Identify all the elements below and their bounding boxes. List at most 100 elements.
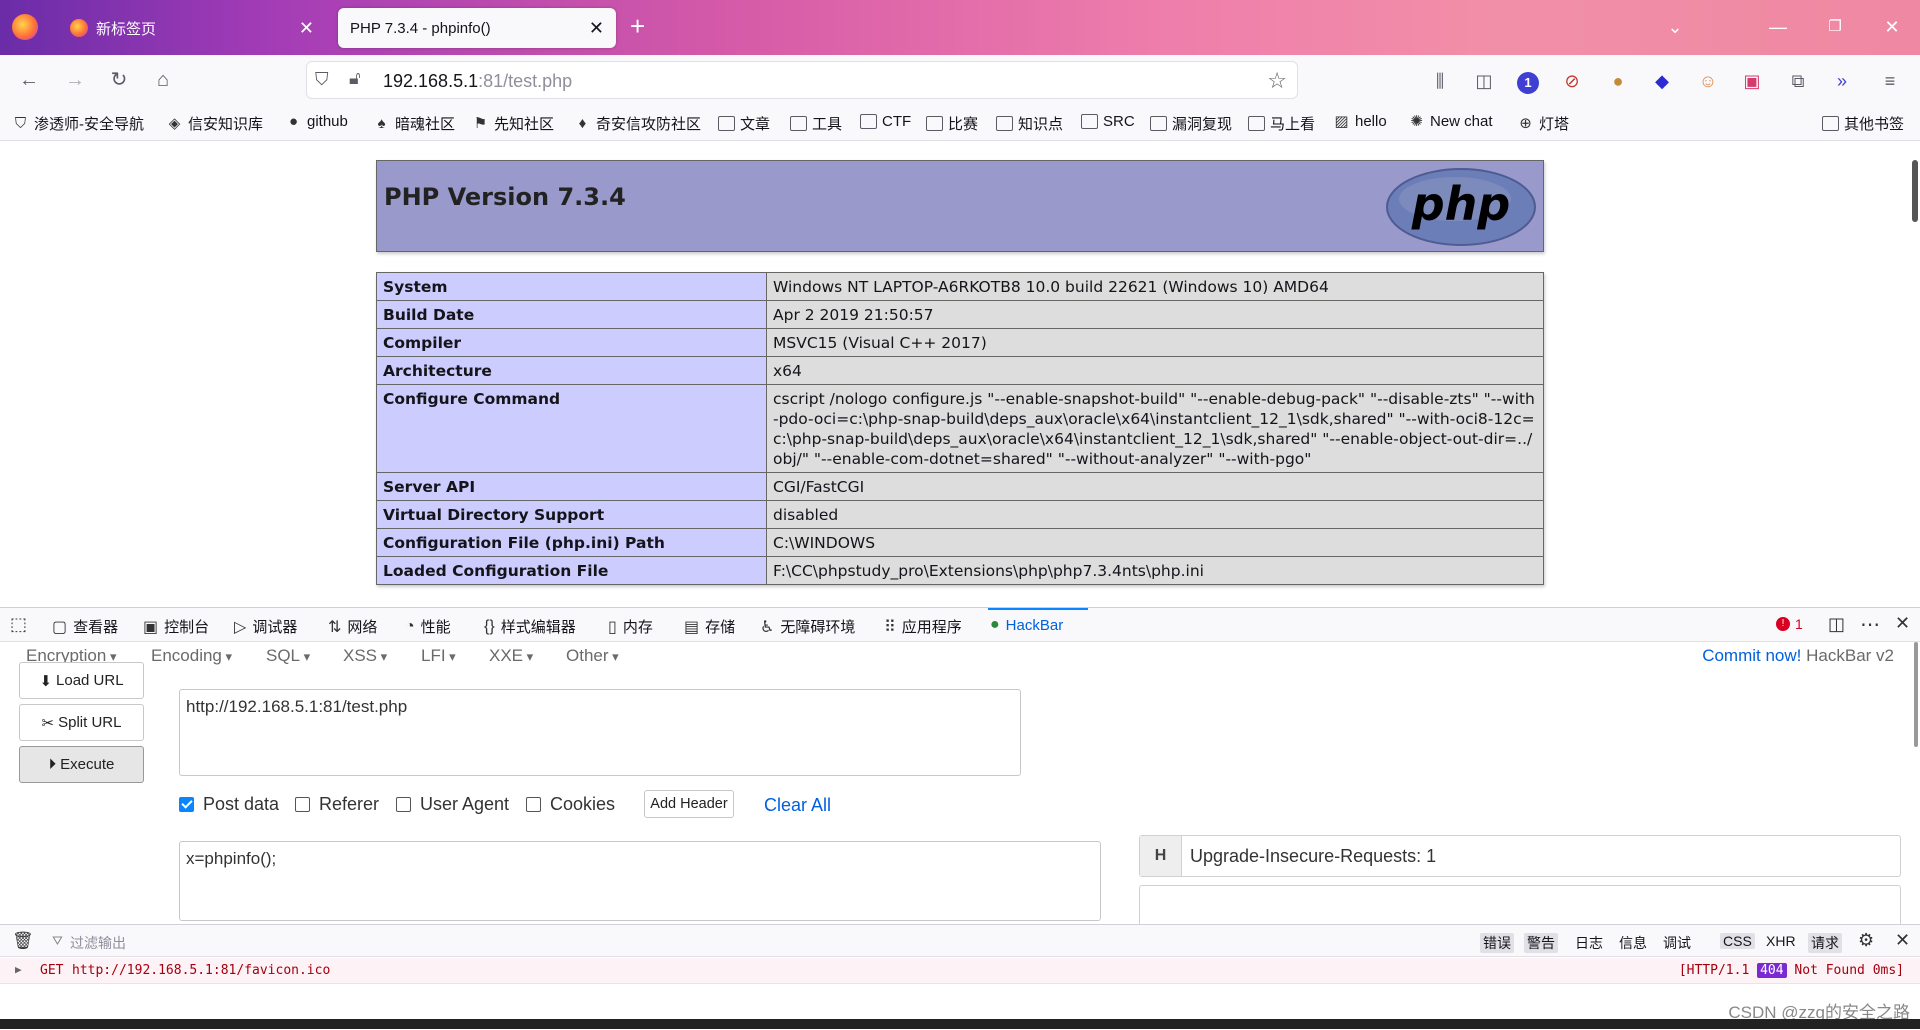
app-menu-icon[interactable]: ≡ xyxy=(1878,69,1902,93)
url-textarea[interactable]: http://192.168.5.1:81/test.php xyxy=(179,689,1021,776)
url-text[interactable]: 192.168.5.1:81/test.php xyxy=(383,71,572,92)
devtools-tab-hackbar[interactable]: ● HackBar xyxy=(990,616,1063,634)
extension-badge-icon[interactable]: 1 xyxy=(1516,69,1540,94)
window-close-icon[interactable]: ✕ xyxy=(1877,12,1907,42)
checkbox-user-agent[interactable]: User Agent xyxy=(396,794,509,815)
console-filter-3[interactable]: 信息 xyxy=(1616,933,1650,953)
bookmark-item[interactable]: ⚑ 先知社区 xyxy=(472,113,554,134)
bookmark-item[interactable]: ♠ 暗魂社区 xyxy=(373,113,456,134)
checkbox-post-data[interactable]: Post data xyxy=(179,794,279,815)
devtools-tab-style-editor[interactable]: {} 样式编辑器 xyxy=(484,616,576,637)
restore-icon[interactable]: ❐ xyxy=(1820,12,1850,42)
overflow-chevron-icon[interactable]: » xyxy=(1830,69,1854,93)
console-filter-4[interactable]: 调试 xyxy=(1660,933,1694,953)
console-filter-5[interactable]: CSS xyxy=(1720,933,1755,949)
library-icon[interactable]: ⫼ xyxy=(1428,69,1452,93)
element-picker-icon[interactable]: ⬚ xyxy=(10,614,27,635)
bookmark-item[interactable]: CTF xyxy=(860,113,911,130)
stack-extension-icon[interactable]: ◆ xyxy=(1650,69,1674,93)
checkbox-cookies[interactable]: Cookies xyxy=(526,794,615,815)
hackbar-menu-xxe[interactable]: XXE xyxy=(489,646,533,666)
checkbox-box[interactable] xyxy=(526,797,541,812)
filter-input[interactable]: 过滤输出 xyxy=(70,933,126,953)
php-logo-icon[interactable]: php xyxy=(1385,167,1537,247)
expand-arrow-icon[interactable]: ▶ xyxy=(15,963,22,976)
checkbox-box[interactable] xyxy=(396,797,411,812)
hackbar-menu-xss[interactable]: XSS xyxy=(343,646,387,666)
bookmark-item[interactable]: ▨ hello xyxy=(1333,113,1386,130)
bookmark-item[interactable]: 比赛 xyxy=(926,113,978,134)
shield-icon[interactable]: ⛉ xyxy=(315,69,329,90)
bookmark-item[interactable]: 工具 xyxy=(790,113,842,134)
firefox-menu-icon[interactable] xyxy=(12,14,38,40)
minimize-icon[interactable]: — xyxy=(1763,12,1793,42)
back-icon[interactable]: ← xyxy=(16,67,42,93)
bookmark-item[interactable]: 知识点 xyxy=(996,113,1063,134)
devtools-tab-application[interactable]: ⠿ 应用程序 xyxy=(884,616,962,637)
reload-icon[interactable]: ↻ xyxy=(106,67,132,93)
checkbox-box[interactable] xyxy=(295,797,310,812)
console-close-icon[interactable]: ✕ xyxy=(1895,930,1910,951)
hackbar-menu-other[interactable]: Other xyxy=(566,646,619,666)
bookmark-star-icon[interactable]: ☆ xyxy=(1267,68,1287,94)
trash-icon[interactable]: 🗑︎ xyxy=(12,931,34,951)
console-filter-6[interactable]: XHR xyxy=(1763,933,1799,949)
console-filter-2[interactable]: 日志 xyxy=(1572,933,1606,953)
devtools-tab-console[interactable]: ▣ 控制台 xyxy=(143,616,209,637)
dock-icon[interactable]: ◫ xyxy=(1828,614,1845,635)
log-url[interactable]: http://192.168.5.1:81/favicon.ico xyxy=(72,963,330,978)
hackbar-menu-encoding[interactable]: Encoding xyxy=(151,646,232,666)
new-tab-button[interactable]: + xyxy=(630,11,645,42)
forward-icon[interactable]: → xyxy=(62,67,88,93)
bookmark-item[interactable]: SRC xyxy=(1081,113,1135,130)
checkbox-box[interactable] xyxy=(179,797,194,812)
header-value[interactable]: Upgrade-Insecure-Requests: 1 xyxy=(1182,836,1436,876)
error-count-badge[interactable]: ! 1 xyxy=(1776,616,1803,632)
tab-list-chevron-icon[interactable]: ⌄ xyxy=(1660,12,1690,42)
bookmark-item[interactable]: ✺ New chat xyxy=(1408,113,1492,130)
bookmark-item[interactable]: ⛉ 渗透师-安全导航 xyxy=(12,113,144,134)
bookmark-item[interactable]: ⊕ 灯塔 xyxy=(1517,113,1569,134)
header-row-empty[interactable] xyxy=(1139,885,1901,927)
hackbar-scrollbar[interactable] xyxy=(1914,642,1918,747)
tab-phpinfo[interactable]: PHP 7.3.4 - phpinfo() ✕ xyxy=(338,8,616,48)
devtools-tab-debugger[interactable]: ▷ 调试器 xyxy=(234,616,297,637)
devtools-tab-inspector[interactable]: ▢ 查看器 xyxy=(52,616,118,637)
avatar-extension-icon[interactable]: ☺ xyxy=(1696,69,1720,93)
tab-new-tab[interactable]: 新标签页 ✕ xyxy=(58,8,326,48)
other-bookmarks[interactable]: 其他书签 xyxy=(1822,113,1904,134)
console-filter-1[interactable]: 警告 xyxy=(1524,933,1558,953)
bookmark-item[interactable]: ♦ 奇安信攻防社区 xyxy=(574,113,701,134)
hackbar-menu-sql[interactable]: SQL xyxy=(266,646,310,666)
more-options-icon[interactable]: ⋯ xyxy=(1860,612,1880,637)
bookmark-item[interactable]: 漏洞复现 xyxy=(1150,113,1232,134)
console-log-row[interactable]: ▶ GET http://192.168.5.1:81/favicon.ico … xyxy=(0,958,1920,984)
cookie-icon[interactable]: ● xyxy=(1606,69,1630,93)
devtools-tab-accessibility[interactable]: ♿ 无障碍环境 xyxy=(760,616,855,637)
bookmark-item[interactable]: ● github xyxy=(285,113,348,130)
hackbar-menu-lfi[interactable]: LFI xyxy=(421,646,456,666)
console-settings-icon[interactable]: ⚙ xyxy=(1858,930,1874,951)
split-url-button[interactable]: ✂ Split URL xyxy=(19,704,144,741)
bookmark-item[interactable]: 马上看 xyxy=(1248,113,1315,134)
devtools-close-icon[interactable]: ✕ xyxy=(1895,613,1910,634)
commit-link[interactable]: Commit now! HackBar v2 xyxy=(1702,646,1894,666)
bookmark-item[interactable]: ◈ 信安知识库 xyxy=(166,113,263,134)
extensions-icon[interactable]: ⧉ xyxy=(1786,69,1810,93)
post-data-textarea[interactable]: x=phpinfo(); xyxy=(179,841,1101,921)
console-filter-0[interactable]: 错误 xyxy=(1480,933,1514,953)
devtools-tab-performance[interactable]: ◔ 性能 xyxy=(405,616,451,637)
devtools-tab-network[interactable]: ⇅ 网络 xyxy=(328,616,377,637)
insecure-lock-icon[interactable]: 🔓︎ xyxy=(349,68,361,89)
load-url-button[interactable]: ⬇ Load URL xyxy=(19,662,144,699)
blocker-extension-icon[interactable]: ⊘ xyxy=(1560,69,1584,93)
sidebar-icon[interactable]: ◫ xyxy=(1472,69,1496,93)
clear-all-link[interactable]: Clear All xyxy=(764,795,831,816)
close-icon[interactable]: ✕ xyxy=(299,19,314,37)
url-bar[interactable]: ⛉ 🔓︎ 192.168.5.1:81/test.php ☆ xyxy=(306,61,1298,99)
home-icon[interactable]: ⌂ xyxy=(150,67,176,93)
execute-button[interactable]: ⏵ Execute xyxy=(19,746,144,783)
devtools-tab-memory[interactable]: ▯ 内存 xyxy=(608,616,653,637)
translate-icon[interactable]: ▣ xyxy=(1740,69,1764,93)
devtools-tab-storage[interactable]: ▤ 存储 xyxy=(684,616,735,637)
